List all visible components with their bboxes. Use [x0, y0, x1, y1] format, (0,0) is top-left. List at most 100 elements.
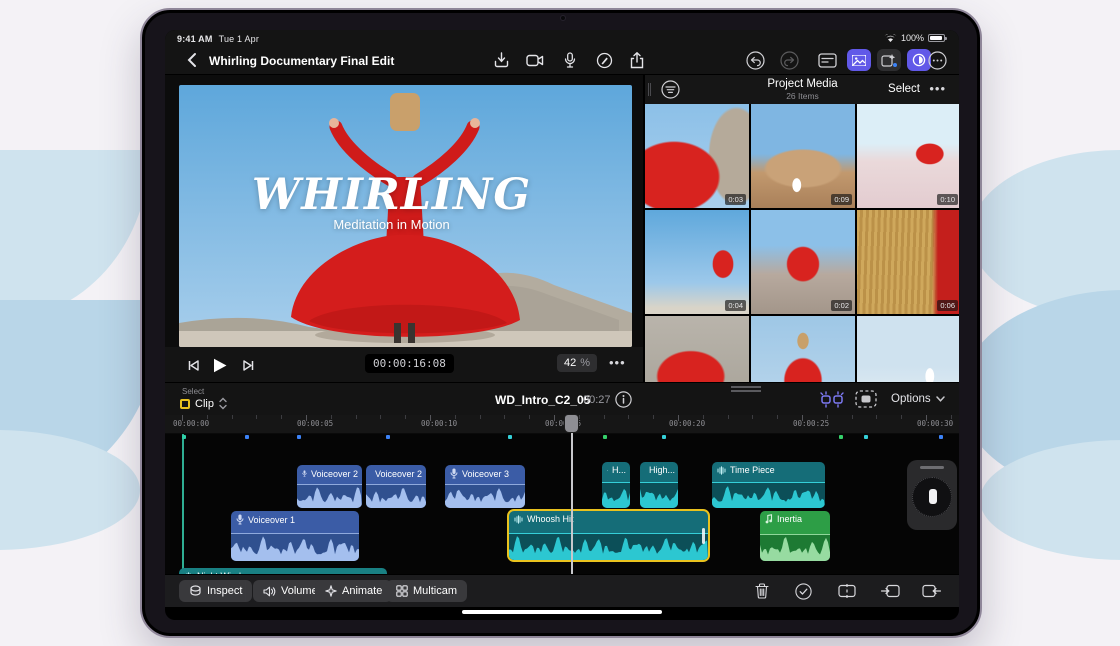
more-options-icon[interactable] [927, 51, 947, 69]
timeline-ruler[interactable]: 00:00:00 00:00:05 00:00:10 00:00:15 00:0… [165, 415, 959, 434]
status-time: 9:41 AM [177, 34, 213, 44]
jog-wheel[interactable] [907, 460, 957, 530]
decor-circle [0, 150, 150, 320]
timeline-clip-h[interactable]: H... [602, 462, 630, 508]
undo-icon[interactable] [745, 51, 765, 69]
home-indicator[interactable] [462, 610, 662, 614]
decor-circle [0, 430, 140, 550]
delete-button[interactable] [751, 581, 773, 601]
clip-tool-label: Clip [195, 398, 214, 410]
timeline-marker[interactable] [297, 435, 301, 439]
append-button[interactable] [920, 581, 942, 601]
video-title-overlay: WHIRLING [165, 170, 618, 220]
timeline-marker[interactable] [386, 435, 390, 439]
media-thumbnail[interactable]: 0:04 [645, 210, 749, 314]
overwrite-button[interactable] [879, 581, 901, 601]
jog-grab-bar[interactable] [920, 466, 944, 469]
clip-duration-badge: 0:09 [831, 194, 852, 205]
status-date: Tue 1 Apr [219, 34, 260, 44]
jog-dial[interactable] [912, 477, 952, 517]
playhead[interactable] [571, 415, 573, 574]
enable-clip-button[interactable] [792, 581, 814, 601]
timeline-marker[interactable] [939, 435, 943, 439]
camera-icon[interactable] [525, 51, 545, 69]
media-thumbnail[interactable]: 0:02 [751, 210, 855, 314]
titles-icon[interactable] [817, 51, 837, 69]
transport-controls: 00:00:16:08 42% ••• [165, 347, 643, 382]
connect-clips-icon[interactable] [820, 390, 844, 410]
timeline-clip-duration: 00:27 [583, 394, 611, 406]
timeline-marker[interactable] [839, 435, 843, 439]
timeline-clip-whoosh-hit[interactable]: Whoosh Hit [507, 509, 710, 562]
checkmark-circle-icon [795, 583, 812, 600]
next-frame-button[interactable] [238, 355, 258, 375]
play-button[interactable] [210, 355, 230, 375]
media-thumbnail[interactable] [645, 316, 749, 382]
clip-tool-picker[interactable]: Clip [180, 397, 227, 410]
zoom-level-button[interactable]: 42% [557, 354, 597, 372]
previous-frame-button[interactable] [183, 355, 203, 375]
viewer-more-button[interactable]: ••• [609, 355, 626, 370]
timeline-marker[interactable] [603, 435, 607, 439]
top-toolbar: Whirling Documentary Final Edit [165, 46, 959, 75]
toolbar-divider [245, 581, 246, 601]
timeline-clip-time-piece[interactable]: Time Piece [712, 462, 825, 508]
overlay-view-icon[interactable] [855, 390, 877, 410]
timeline-resize-handle[interactable] [731, 386, 761, 392]
timeline-clip-voiceover-1[interactable]: Voiceover 1 [231, 511, 359, 561]
status-bar: 9:41 AMTue 1 Apr 100% [165, 30, 959, 46]
media-panel-header: Project Media 26 Items Select ••• [645, 75, 959, 104]
media-more-button[interactable]: ••• [929, 81, 946, 96]
timeline-clip-inertia[interactable]: Inertia [760, 511, 830, 561]
timeline-clip-voiceover-3[interactable]: Voiceover 3 [445, 465, 525, 508]
jog-knob[interactable] [929, 489, 937, 504]
media-grid: 0:03 0:09 0:10 0:04 0:02 0:06 [645, 104, 959, 382]
microphone-icon[interactable] [560, 51, 580, 69]
clip-duration-badge: 0:04 [725, 300, 746, 311]
blade-icon [838, 584, 856, 598]
timeline-marker[interactable] [245, 435, 249, 439]
inspect-button[interactable]: Inspect [179, 580, 252, 602]
select-button[interactable]: Select [888, 83, 920, 95]
video-subtitle-overlay: Meditation in Motion [165, 217, 618, 232]
timeline-tracks[interactable]: Voiceover 2 Voiceover 2 Voiceover 3 H... [165, 434, 959, 574]
options-button[interactable]: Options [891, 393, 945, 405]
select-mode-label: Select [182, 387, 204, 396]
timeline-clip-high[interactable]: High... [640, 462, 678, 508]
media-thumbnail[interactable]: 0:03 [645, 104, 749, 208]
chevron-down-icon [936, 396, 945, 402]
animate-button[interactable]: Animate [315, 580, 392, 602]
clip-duration-badge: 0:10 [937, 194, 958, 205]
blade-split-button[interactable] [836, 581, 858, 601]
share-icon[interactable] [627, 51, 647, 69]
multicam-button[interactable]: Multicam [386, 580, 467, 602]
draw-tool-icon[interactable] [594, 51, 614, 69]
front-camera [560, 15, 566, 21]
media-browser-icon[interactable] [847, 49, 871, 71]
clip-tool-icon [180, 399, 190, 409]
playhead-handle[interactable] [565, 415, 578, 432]
media-thumbnail[interactable] [857, 316, 959, 382]
effects-icon[interactable] [877, 49, 901, 71]
import-icon[interactable] [491, 51, 511, 69]
timeline-marker[interactable] [182, 435, 186, 439]
redo-icon[interactable] [779, 51, 799, 69]
media-thumbnail[interactable]: 0:10 [857, 104, 959, 208]
insert-right-icon [922, 584, 941, 598]
timeline-marker[interactable] [864, 435, 868, 439]
back-button[interactable] [185, 52, 201, 68]
info-icon[interactable] [615, 391, 632, 408]
sound-effect-icon [514, 515, 523, 524]
timeline-marker[interactable] [508, 435, 512, 439]
media-thumbnail[interactable]: 0:06 [857, 210, 959, 314]
media-thumbnail[interactable]: 0:09 [751, 104, 855, 208]
trim-handle[interactable] [702, 528, 705, 544]
up-down-chevron-icon [219, 397, 227, 410]
timeline-marker[interactable] [662, 435, 666, 439]
timeline-clip-voiceover-2b[interactable]: Voiceover 2 [366, 465, 426, 508]
timeline-clip-voiceover-2a[interactable]: Voiceover 2 [297, 465, 362, 508]
mic-icon [236, 514, 244, 525]
ruler-label: 00:00:05 [297, 419, 333, 428]
mic-icon [302, 468, 307, 479]
media-thumbnail[interactable] [751, 316, 855, 382]
